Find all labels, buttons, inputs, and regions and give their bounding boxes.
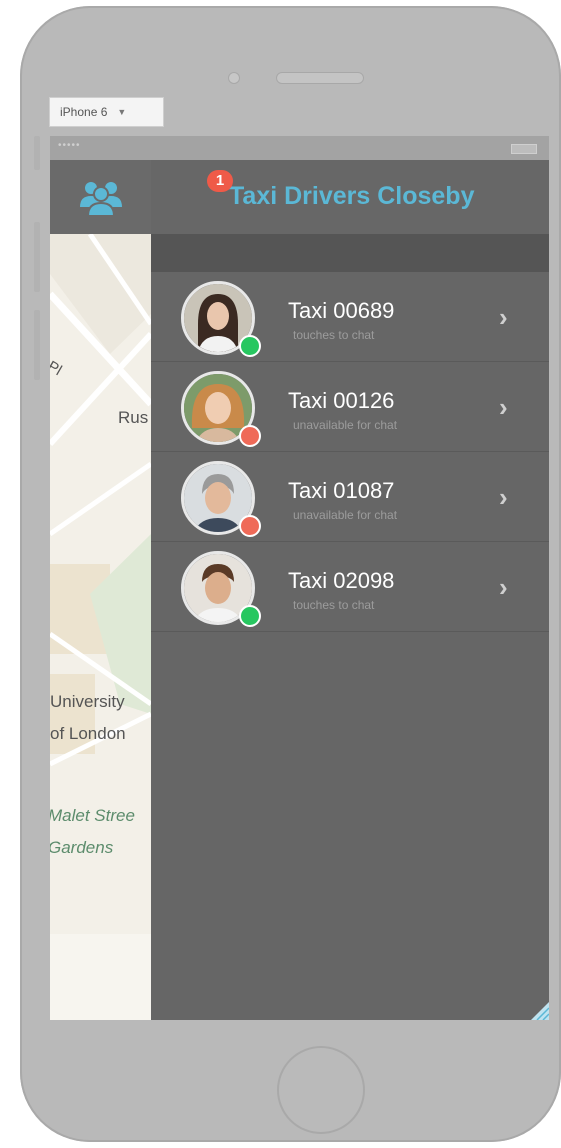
- chevron-right-icon: ›: [499, 572, 508, 602]
- map-view[interactable]: Pl Rus University of London Malet Stree …: [50, 234, 151, 1020]
- subheader-bar: [151, 234, 549, 272]
- mute-switch: [34, 136, 40, 170]
- driver-name: Taxi 00126: [288, 388, 395, 413]
- earpiece-speaker: [276, 72, 364, 84]
- home-button[interactable]: [277, 1046, 365, 1134]
- online-status-indicator: [239, 605, 261, 627]
- driver-row[interactable]: Taxi 00126 unavailable for chat ›: [151, 362, 549, 452]
- signal-dots: •••••: [58, 140, 81, 151]
- driver-status-text: touches to chat: [293, 598, 375, 612]
- volume-down-button: [34, 310, 40, 380]
- chevron-right-icon: ›: [499, 482, 508, 512]
- map-label: Malet Stree: [50, 806, 135, 825]
- left-header: [50, 160, 151, 234]
- map-label: Rus: [118, 408, 149, 427]
- avatar: [181, 281, 261, 357]
- driver-name: Taxi 00689: [288, 298, 395, 323]
- volume-up-button: [34, 222, 40, 292]
- status-bar: •••••: [50, 136, 549, 160]
- driver-list: Taxi 00689 touches to chat › Taxi 00126 …: [151, 272, 549, 632]
- avatar: [181, 461, 261, 537]
- device-selector-label: iPhone 6: [60, 105, 108, 119]
- driver-name: Taxi 02098: [288, 568, 395, 593]
- notification-badge[interactable]: 1: [207, 170, 233, 192]
- driver-name: Taxi 01087: [288, 478, 395, 503]
- map-label: University: [50, 692, 125, 711]
- title-bar: Taxi Drivers Closeby 1: [151, 160, 549, 234]
- group-icon[interactable]: [78, 177, 124, 217]
- avatar: [181, 551, 261, 627]
- driver-status-text: touches to chat: [293, 328, 375, 342]
- drivers-panel: Taxi Drivers Closeby 1 Taxi 00689 touche…: [151, 160, 549, 1020]
- driver-row[interactable]: Taxi 00689 touches to chat ›: [151, 272, 549, 362]
- battery-icon: [511, 144, 537, 154]
- driver-row[interactable]: Taxi 01087 unavailable for chat ›: [151, 452, 549, 542]
- resize-handle-icon[interactable]: [531, 1002, 549, 1020]
- map-panel[interactable]: Pl Rus University of London Malet Stree …: [50, 160, 151, 1020]
- map-label: of London: [50, 724, 126, 743]
- offline-status-indicator: [239, 425, 261, 447]
- chevron-down-icon: ▼: [117, 107, 127, 117]
- online-status-indicator: [239, 335, 261, 357]
- chevron-right-icon: ›: [499, 392, 508, 422]
- device-selector[interactable]: iPhone 6 ▼: [49, 97, 164, 127]
- avatar: [181, 371, 261, 447]
- page-title: Taxi Drivers Closeby: [229, 182, 475, 210]
- chevron-right-icon: ›: [499, 302, 508, 332]
- offline-status-indicator: [239, 515, 261, 537]
- driver-status-text: unavailable for chat: [293, 508, 398, 522]
- phone-screen: ••••• Pl Rus University of London Malet …: [50, 136, 549, 1020]
- front-camera: [228, 72, 240, 84]
- map-label: Gardens: [50, 838, 114, 857]
- driver-row[interactable]: Taxi 02098 touches to chat ›: [151, 542, 549, 632]
- driver-status-text: unavailable for chat: [293, 418, 398, 432]
